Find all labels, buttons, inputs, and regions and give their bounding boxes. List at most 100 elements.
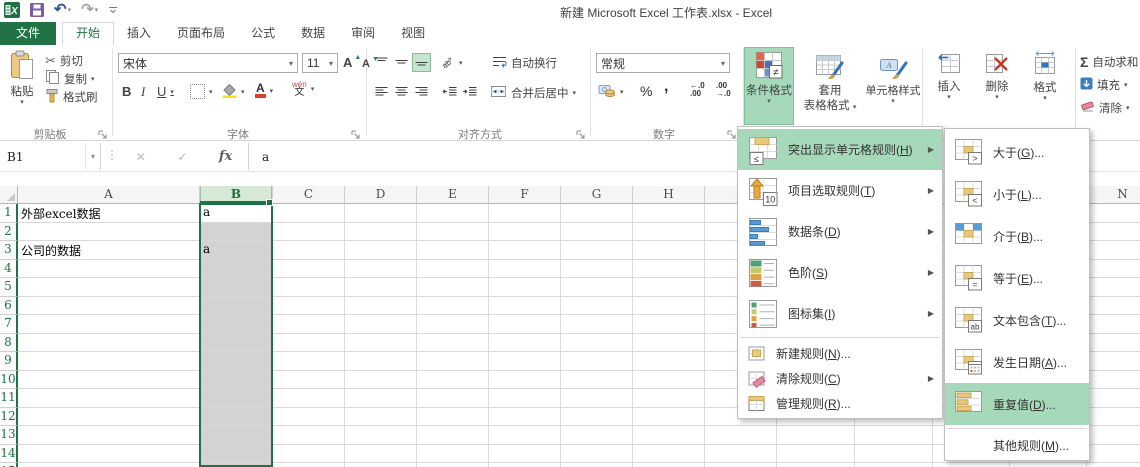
cf-menu-item-top-bottom-rules[interactable]: 10项目选取规则(T)▶ xyxy=(738,170,942,211)
undo-button[interactable]: ↶▾ xyxy=(54,3,71,17)
cell-H13[interactable] xyxy=(633,426,705,445)
row-header-14[interactable]: 14 xyxy=(0,445,18,464)
cf-menu-item-new-rule[interactable]: 新建规则(N)... xyxy=(738,341,942,366)
percent-style-button[interactable]: % xyxy=(640,82,652,99)
cell-C14[interactable] xyxy=(273,445,345,464)
cell-G11[interactable] xyxy=(561,389,633,408)
italic-button[interactable]: I xyxy=(141,83,145,100)
cell-H2[interactable] xyxy=(633,223,705,242)
cf-menu-item-manage-rules[interactable]: 管理规则(R)... xyxy=(738,391,942,416)
cell-B15[interactable] xyxy=(200,463,273,467)
cancel-icon[interactable]: ✕ xyxy=(136,150,146,164)
ribbon-tab[interactable]: 页面布局 xyxy=(164,22,238,45)
cell-D2[interactable] xyxy=(345,223,417,242)
ribbon-tab[interactable]: 审阅 xyxy=(338,22,388,45)
cell-F4[interactable] xyxy=(489,260,561,279)
cf-submenu-item-more-rules[interactable]: 其他规则(M)... xyxy=(945,432,1089,458)
cell-N10[interactable] xyxy=(1087,371,1140,390)
tab-file[interactable]: 文件 xyxy=(0,22,56,45)
select-all-corner[interactable] xyxy=(0,186,18,204)
delete-cells-button[interactable]: 删除 ▾ xyxy=(976,48,1018,124)
insert-function-icon[interactable]: fx xyxy=(219,149,232,164)
save-button[interactable] xyxy=(30,3,44,17)
column-header-G[interactable]: G xyxy=(561,186,633,204)
cell-F6[interactable] xyxy=(489,297,561,316)
row-header-13[interactable]: 13 xyxy=(0,426,18,445)
cell-E11[interactable] xyxy=(417,389,489,408)
insert-cells-button[interactable]: 插入 ▾ xyxy=(928,48,970,124)
cell-D7[interactable] xyxy=(345,315,417,334)
bold-button[interactable]: B xyxy=(122,83,131,100)
selection-handle[interactable] xyxy=(266,199,273,206)
cell-N12[interactable] xyxy=(1087,408,1140,427)
formula-bar-grip[interactable]: ⋮ xyxy=(106,148,118,162)
phonetic-button[interactable]: wén 文 ▾ xyxy=(292,80,314,97)
cell-A12[interactable] xyxy=(18,408,200,427)
format-cells-button[interactable]: 格式 ▾ xyxy=(1024,48,1066,124)
cell-A11[interactable] xyxy=(18,389,200,408)
cell-H7[interactable] xyxy=(633,315,705,334)
cf-submenu-item-date-occurring[interactable]: 发生日期(A)... xyxy=(945,341,1089,383)
cell-B13[interactable] xyxy=(200,426,273,445)
paste-button[interactable]: 粘贴 ▾ xyxy=(2,47,42,125)
row-header-10[interactable]: 10 xyxy=(0,371,18,390)
align-right-button[interactable] xyxy=(412,83,431,102)
cell-N11[interactable] xyxy=(1087,389,1140,408)
cf-submenu-item-greater-than[interactable]: >大于(G)... xyxy=(945,131,1089,173)
cell-A6[interactable] xyxy=(18,297,200,316)
accounting-format-button[interactable]: ▾ xyxy=(598,83,624,100)
cell-L15[interactable] xyxy=(933,463,1010,467)
cell-D15[interactable] xyxy=(345,463,417,467)
cell-E3[interactable] xyxy=(417,241,489,260)
ribbon-tab[interactable]: 数据 xyxy=(288,22,338,45)
cell-D3[interactable] xyxy=(345,241,417,260)
clear-button[interactable]: 清除▾ xyxy=(1080,99,1130,116)
cell-K14[interactable] xyxy=(855,445,933,464)
increase-decimal-button[interactable]: ←.0.00 xyxy=(690,81,705,98)
cell-A13[interactable] xyxy=(18,426,200,445)
cell-H9[interactable] xyxy=(633,352,705,371)
cell-F2[interactable] xyxy=(489,223,561,242)
column-header-D[interactable]: D xyxy=(345,186,417,204)
font-color-button[interactable]: A▾ xyxy=(255,82,273,99)
cell-C12[interactable] xyxy=(273,408,345,427)
increase-indent-button[interactable] xyxy=(460,83,479,102)
cell-H15[interactable] xyxy=(633,463,705,467)
format-painter-button[interactable]: 格式刷 xyxy=(45,88,98,105)
cell-F14[interactable] xyxy=(489,445,561,464)
cf-submenu-item-less-than[interactable]: <小于(L)... xyxy=(945,173,1089,215)
column-header-F[interactable]: F xyxy=(489,186,561,204)
cell-F9[interactable] xyxy=(489,352,561,371)
cell-A9[interactable] xyxy=(18,352,200,371)
cell-B14[interactable] xyxy=(200,445,273,464)
cell-N8[interactable] xyxy=(1087,334,1140,353)
cell-G2[interactable] xyxy=(561,223,633,242)
cell-C9[interactable] xyxy=(273,352,345,371)
enter-icon[interactable]: ✓ xyxy=(177,150,187,164)
cell-F1[interactable] xyxy=(489,204,561,223)
cell-C4[interactable] xyxy=(273,260,345,279)
cell-D1[interactable] xyxy=(345,204,417,223)
cell-J15[interactable] xyxy=(777,463,855,467)
name-box-dropdown-icon[interactable]: ▾ xyxy=(85,143,100,170)
cf-menu-item-icon-sets[interactable]: 图标集(I)▶ xyxy=(738,293,942,334)
align-center-button[interactable] xyxy=(392,83,411,102)
merge-center-button[interactable]: 合并后居中▾ xyxy=(490,84,576,101)
cell-H4[interactable] xyxy=(633,260,705,279)
cell-B8[interactable] xyxy=(200,334,273,353)
cell-N4[interactable] xyxy=(1087,260,1140,279)
font-size-combo[interactable]: 11▾ xyxy=(302,53,338,73)
cell-C8[interactable] xyxy=(273,334,345,353)
cell-I14[interactable] xyxy=(705,445,777,464)
cell-A4[interactable] xyxy=(18,260,200,279)
cf-menu-item-clear-rules[interactable]: 清除规则(C)▶ xyxy=(738,366,942,391)
cell-N2[interactable] xyxy=(1087,223,1140,242)
cell-B7[interactable] xyxy=(200,315,273,334)
underline-button[interactable]: U▾ xyxy=(157,83,174,100)
cell-G15[interactable] xyxy=(561,463,633,467)
cell-D5[interactable] xyxy=(345,278,417,297)
cell-G12[interactable] xyxy=(561,408,633,427)
cell-F3[interactable] xyxy=(489,241,561,260)
cell-F15[interactable] xyxy=(489,463,561,467)
comma-style-button[interactable]: , xyxy=(664,78,668,95)
